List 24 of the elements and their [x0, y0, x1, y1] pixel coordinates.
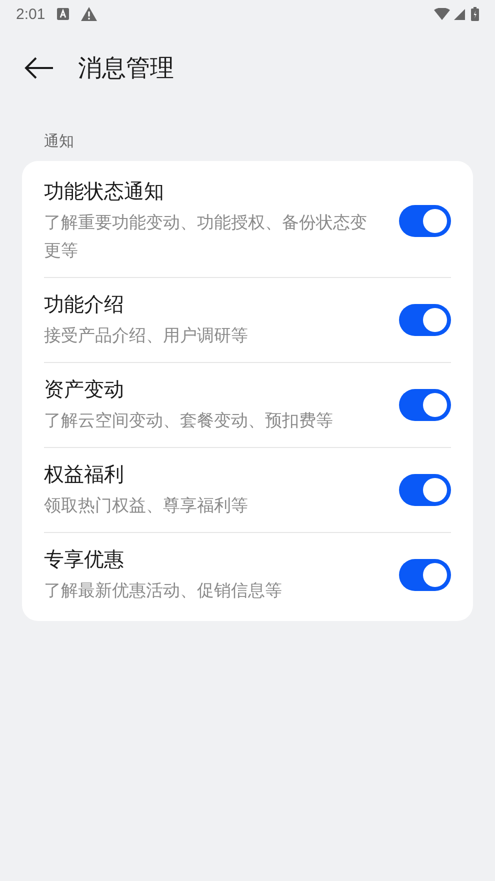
toggle-switch[interactable]: [399, 474, 451, 506]
setting-title: 权益福利: [44, 461, 125, 488]
notification-icon: [57, 8, 70, 20]
toggle-switch[interactable]: [399, 205, 451, 237]
signal-icon: [454, 8, 465, 20]
status-time: 2:01: [16, 6, 46, 22]
setting-title: 资产变动: [44, 376, 125, 403]
toggle-switch[interactable]: [399, 559, 451, 591]
page-title: 消息管理: [78, 53, 174, 84]
setting-title: 功能状态通知: [44, 178, 165, 205]
wifi-icon: [434, 8, 450, 20]
setting-description: 了解云空间变动、套餐变动、预扣费等: [44, 410, 334, 433]
back-arrow-icon[interactable]: [24, 56, 54, 80]
setting-description: 了解重要功能变动、功能授权、备份状态变更等: [44, 212, 368, 263]
setting-title: 专享优惠: [44, 546, 125, 573]
setting-description: 领取热门权益、尊享福利等: [44, 495, 249, 518]
setting-description: 了解最新优惠活动、促销信息等: [44, 580, 283, 603]
toggle-switch[interactable]: [399, 389, 451, 421]
battery-icon: [471, 7, 479, 21]
toggle-switch[interactable]: [399, 304, 451, 336]
section-label: 通知: [43, 131, 75, 152]
setting-description: 接受产品介绍、用户调研等: [44, 325, 249, 348]
setting-title: 功能介绍: [44, 291, 125, 318]
warning-icon: [81, 7, 98, 21]
